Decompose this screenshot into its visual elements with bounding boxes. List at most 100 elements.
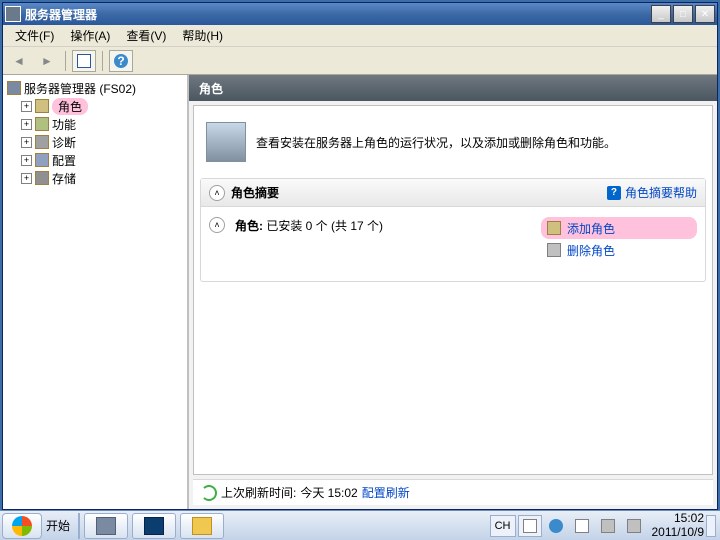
maximize-button[interactable]: □ — [673, 5, 693, 23]
help-link-label: 角色摘要帮助 — [625, 184, 697, 201]
config-icon — [35, 153, 49, 167]
tree-item-config[interactable]: + 配置 — [5, 151, 185, 169]
content-header: 角色 — [189, 75, 717, 101]
roles-status: 角色: 已安装 0 个 (共 17 个) — [235, 217, 383, 234]
content-inner: 查看安装在服务器上角色的运行状况，以及添加或删除角色和功能。 ˄ 角色摘要 ? … — [193, 105, 713, 475]
properties-button[interactable] — [72, 50, 96, 72]
arrow-left-icon — [13, 54, 25, 68]
tray-action-center[interactable] — [570, 515, 594, 537]
tree-diagnostics-label: 诊断 — [52, 134, 76, 151]
expander-icon[interactable]: + — [21, 101, 32, 112]
collapse-button[interactable]: ˄ — [209, 185, 225, 201]
description-text: 查看安装在服务器上角色的运行状况，以及添加或删除角色和功能。 — [256, 134, 616, 151]
help-button[interactable]: ? — [109, 50, 133, 72]
refresh-icon — [201, 485, 217, 501]
features-icon — [35, 117, 49, 131]
tree-item-features[interactable]: + 功能 — [5, 115, 185, 133]
expander-icon[interactable]: + — [21, 173, 32, 184]
summary-help-link[interactable]: ? 角色摘要帮助 — [607, 184, 697, 201]
tree-root-label: 服务器管理器 (FS02) — [24, 80, 136, 97]
add-roles-link[interactable]: 添加角色 — [541, 217, 697, 239]
properties-icon — [77, 54, 91, 68]
add-roles-label: 添加角色 — [567, 220, 615, 237]
volume-icon — [627, 519, 641, 533]
ime-mode-icon — [523, 519, 537, 533]
taskbar-server-manager[interactable] — [84, 513, 128, 539]
tree-config-label: 配置 — [52, 152, 76, 169]
menubar: 文件(F) 操作(A) 查看(V) 帮助(H) — [3, 25, 717, 47]
tray-help-button[interactable] — [544, 515, 568, 537]
tray-volume[interactable] — [622, 515, 646, 537]
toolbar-separator-2 — [102, 51, 103, 71]
tree-item-roles[interactable]: + 角色 — [5, 97, 185, 115]
nav-forward-button — [35, 50, 59, 72]
body: 服务器管理器 (FS02) + 角色 + 功能 + 诊断 + 配置 — [3, 75, 717, 509]
taskbar-separator — [78, 513, 80, 539]
powershell-icon — [144, 517, 164, 535]
content-pane: 角色 查看安装在服务器上角色的运行状况，以及添加或删除角色和功能。 ˄ 角色摘要… — [189, 75, 717, 509]
ime-indicator[interactable]: CH — [490, 515, 516, 537]
expander-icon[interactable]: + — [21, 119, 32, 130]
menu-file[interactable]: 文件(F) — [7, 25, 62, 46]
toolbar-separator — [65, 51, 66, 71]
tree-root[interactable]: 服务器管理器 (FS02) — [5, 79, 185, 97]
arrow-right-icon — [41, 54, 53, 68]
roles-status-label: 角色: — [235, 219, 263, 233]
roles-status-value: 已安装 0 个 (共 17 个) — [266, 219, 383, 233]
menu-help[interactable]: 帮助(H) — [174, 25, 231, 46]
summary-actions: 添加角色 删除角色 — [547, 217, 697, 261]
start-button[interactable] — [2, 513, 42, 539]
remove-roles-label: 删除角色 — [567, 242, 615, 259]
taskbar-explorer[interactable] — [180, 513, 224, 539]
menu-view[interactable]: 查看(V) — [118, 25, 174, 46]
summary-title: 角色摘要 — [231, 184, 607, 201]
status-row: 上次刷新时间: 今天 15:02 配置刷新 — [193, 479, 713, 505]
nav-back-button — [7, 50, 31, 72]
roles-icon — [35, 99, 49, 113]
titlebar[interactable]: 服务器管理器 _ □ ✕ — [3, 3, 717, 25]
tray-network[interactable] — [596, 515, 620, 537]
remove-role-icon — [547, 243, 561, 257]
config-refresh-link[interactable]: 配置刷新 — [362, 484, 410, 501]
close-button[interactable]: ✕ — [695, 5, 715, 23]
system-tray: CH 15:02 2011/10/9 — [486, 511, 720, 540]
tree-features-label: 功能 — [52, 116, 76, 133]
tree-pane[interactable]: 服务器管理器 (FS02) + 角色 + 功能 + 诊断 + 配置 — [3, 75, 189, 509]
last-refresh-value: 今天 15:02 — [300, 484, 357, 501]
diagnostics-icon — [35, 135, 49, 149]
menu-action[interactable]: 操作(A) — [62, 25, 118, 46]
tree-item-diagnostics[interactable]: + 诊断 — [5, 133, 185, 151]
taskbar[interactable]: 开始 CH 15:02 2011/10/9 — [0, 510, 720, 540]
ime-mode-button[interactable] — [518, 515, 542, 537]
flag-icon — [575, 519, 589, 533]
clock-date: 2011/10/9 — [652, 526, 705, 540]
app-icon — [5, 6, 21, 22]
taskbar-powershell[interactable] — [132, 513, 176, 539]
sub-collapse-button[interactable]: ˄ — [209, 217, 225, 233]
summary-left: ˄ 角色: 已安装 0 个 (共 17 个) — [209, 217, 547, 261]
clock-time: 15:02 — [652, 512, 705, 526]
explorer-icon — [192, 517, 212, 535]
toolbar: ? — [3, 47, 717, 75]
remove-roles-link[interactable]: 删除角色 — [547, 239, 697, 261]
roles-summary-panel: ˄ 角色摘要 ? 角色摘要帮助 ˄ 角色: 已安装 0 个 (共 17 个) — [200, 178, 706, 282]
add-role-icon — [547, 221, 561, 235]
last-refresh-label: 上次刷新时间: — [221, 484, 296, 501]
tray-clock[interactable]: 15:02 2011/10/9 — [648, 512, 705, 540]
tree-roles-label: 角色 — [52, 98, 88, 115]
help-icon: ? — [114, 54, 128, 68]
tray-help-icon — [549, 519, 563, 533]
server-manager-window: 服务器管理器 _ □ ✕ 文件(F) 操作(A) 查看(V) 帮助(H) ? 服… — [2, 2, 718, 510]
help-square-icon: ? — [607, 186, 621, 200]
window-title: 服务器管理器 — [25, 6, 651, 23]
windows-logo-icon — [12, 516, 32, 536]
minimize-button[interactable]: _ — [651, 5, 671, 23]
network-icon — [601, 519, 615, 533]
summary-body: ˄ 角色: 已安装 0 个 (共 17 个) 添加角色 — [201, 207, 705, 281]
summary-header: ˄ 角色摘要 ? 角色摘要帮助 — [201, 179, 705, 207]
tree-item-storage[interactable]: + 存储 — [5, 169, 185, 187]
expander-icon[interactable]: + — [21, 137, 32, 148]
show-desktop-button[interactable] — [706, 515, 716, 537]
expander-icon[interactable]: + — [21, 155, 32, 166]
start-label: 开始 — [46, 517, 70, 534]
